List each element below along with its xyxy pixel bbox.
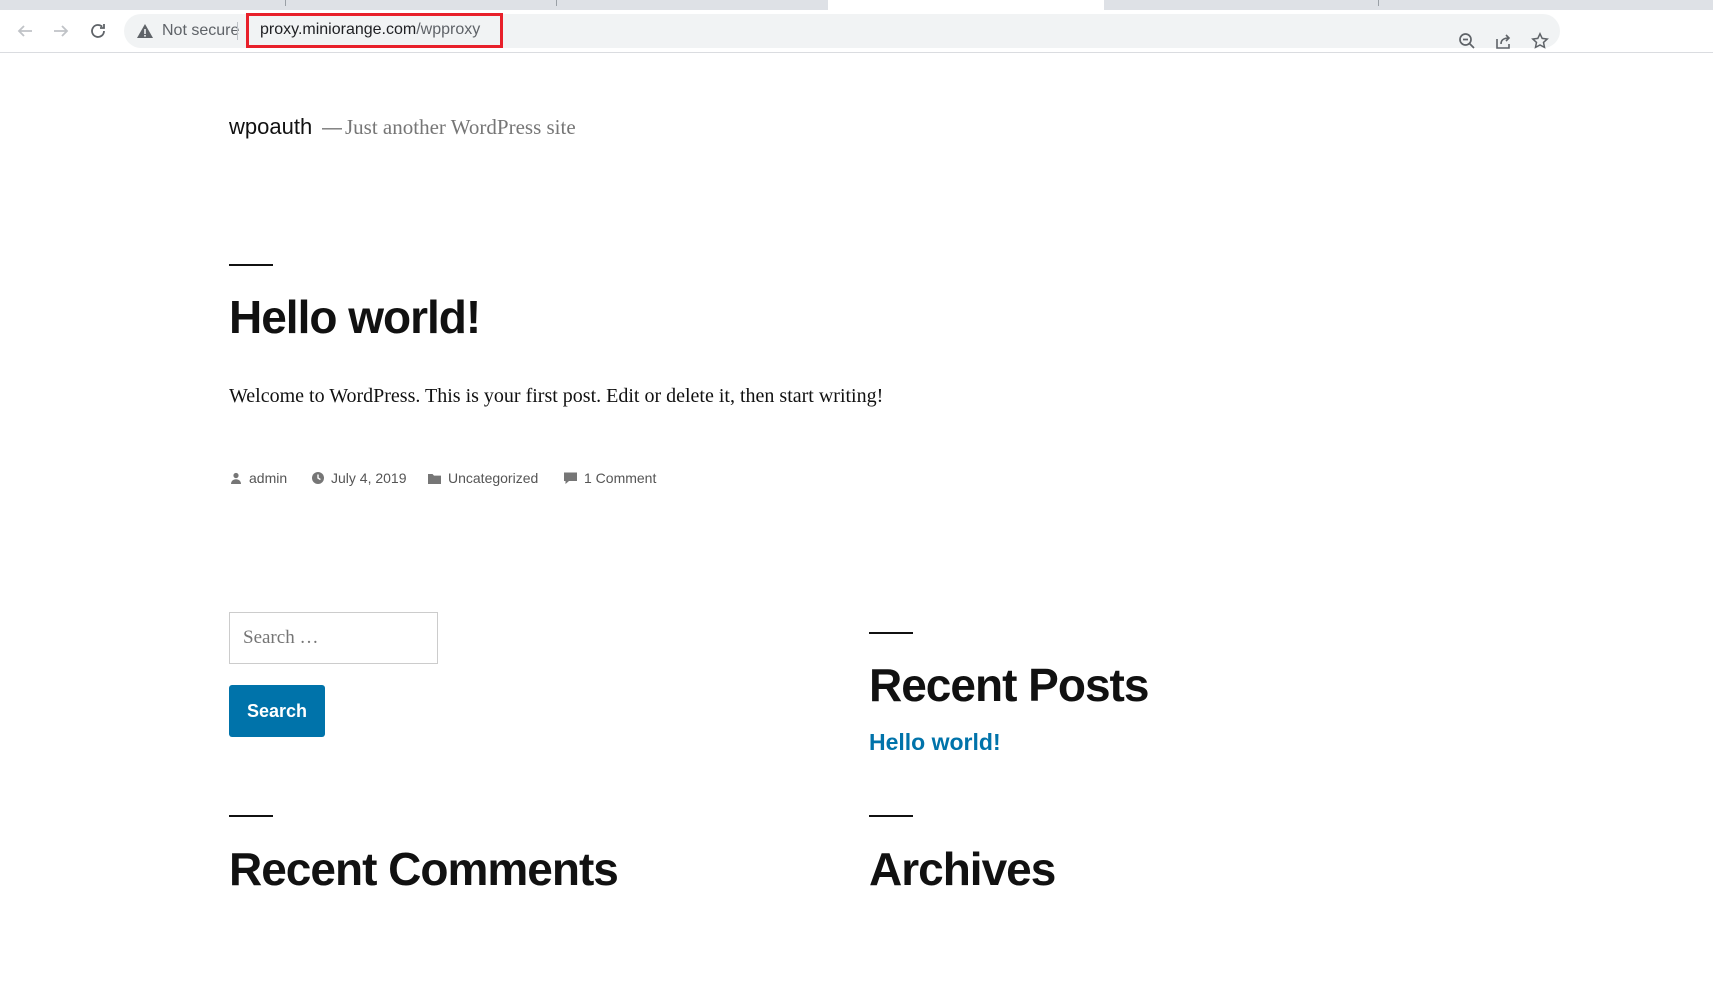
recent-post-link[interactable]: Hello world! [869, 729, 1001, 756]
clock-icon [312, 472, 324, 484]
author-name[interactable]: admin [249, 470, 287, 486]
search-button[interactable]: Search [229, 685, 325, 737]
post-category[interactable]: Uncategorized [427, 470, 538, 486]
post-comments[interactable]: 1 Comment [563, 470, 656, 486]
recent-comments-heading: Recent Comments [229, 843, 619, 895]
arrow-right-icon [54, 25, 69, 37]
archives-heading: Archives [869, 843, 1056, 895]
site-title[interactable]: wpoauth [229, 114, 312, 140]
folder-icon [428, 473, 441, 484]
active-tab[interactable] [828, 0, 1104, 10]
tab-strip [0, 0, 1713, 10]
search-input[interactable] [229, 612, 438, 664]
date-text[interactable]: July 4, 2019 [331, 470, 407, 486]
post-divider [229, 264, 273, 266]
reload-icon [91, 24, 105, 38]
bookmark-button[interactable] [1529, 30, 1551, 52]
warning-icon[interactable] [136, 22, 154, 40]
widget-divider [869, 632, 913, 634]
post-title[interactable]: Hello world! [229, 290, 481, 344]
recent-posts-heading: Recent Posts [869, 659, 1149, 711]
post-author[interactable]: admin [229, 470, 287, 486]
star-icon [1531, 32, 1549, 49]
tab-separator [1378, 0, 1379, 6]
post-content: Welcome to WordPress. This is your first… [229, 385, 884, 407]
widget-divider [869, 815, 913, 817]
reload-button[interactable] [87, 20, 109, 42]
divider [237, 22, 238, 40]
zoom-button[interactable] [1456, 30, 1478, 52]
title-separator: — [322, 117, 342, 139]
forward-button[interactable] [50, 20, 72, 42]
comment-icon [564, 472, 577, 484]
share-icon [1496, 34, 1511, 49]
category-text[interactable]: Uncategorized [448, 470, 538, 486]
url-highlight-box [246, 13, 503, 48]
person-icon [231, 472, 241, 484]
site-description: Just another WordPress site [345, 115, 576, 139]
post-date[interactable]: July 4, 2019 [311, 470, 407, 486]
widget-divider [229, 815, 273, 817]
tab-separator [285, 0, 286, 6]
comments-text[interactable]: 1 Comment [584, 470, 656, 486]
zoom-out-icon [1459, 33, 1475, 49]
tab-separator [556, 0, 557, 6]
security-label[interactable]: Not secure [162, 22, 239, 40]
share-button[interactable] [1492, 30, 1514, 52]
arrow-left-icon [17, 25, 32, 37]
back-button[interactable] [14, 20, 36, 42]
